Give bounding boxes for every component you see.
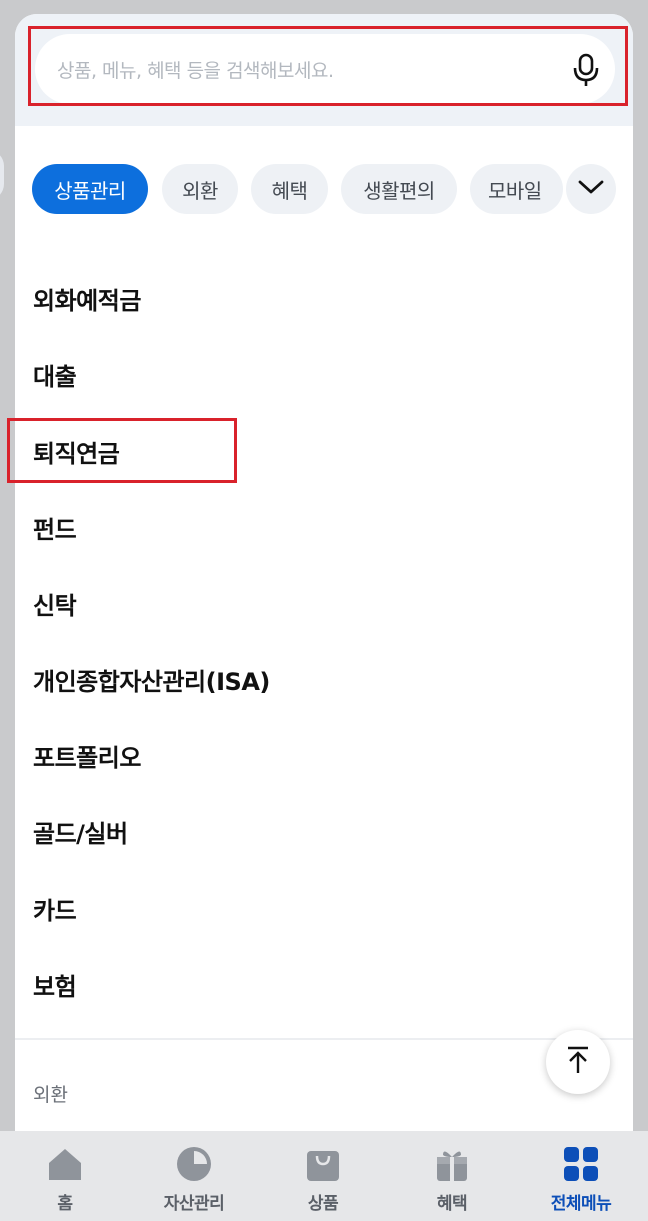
tab-full-menu[interactable]: 전체메뉴: [521, 1131, 641, 1221]
scroll-to-top-button[interactable]: [546, 1030, 610, 1094]
chip-foreign-exchange[interactable]: 외환: [162, 164, 238, 214]
menu-item-card[interactable]: 카드: [33, 891, 77, 926]
menu-item-foreign-deposit[interactable]: 외화예적금: [33, 281, 141, 316]
chip-mobile[interactable]: 모바일: [470, 164, 563, 214]
shopping-bag-icon: [304, 1145, 342, 1183]
previous-chip-edge: [0, 150, 4, 200]
chip-expand-button[interactable]: [566, 164, 616, 214]
menu-item-insurance[interactable]: 보험: [33, 967, 77, 1002]
home-icon: [46, 1145, 84, 1183]
menu-item-gold-silver[interactable]: 골드/실버: [33, 814, 128, 849]
menu-item-trust[interactable]: 신탁: [33, 586, 77, 621]
chip-product-management[interactable]: 상품관리: [32, 164, 148, 214]
tab-products[interactable]: 상품: [263, 1131, 383, 1221]
arrow-up-icon: [565, 1046, 591, 1078]
chip-benefits[interactable]: 혜택: [251, 164, 328, 214]
bottom-tab-bar: 홈 자산관리 상품 혜택 전체메뉴: [0, 1131, 648, 1221]
category-chip-row: 상품관리 외환 혜택 생활편의 모바일: [15, 164, 633, 216]
menu-item-fund[interactable]: 펀드: [33, 510, 77, 545]
chip-daily-convenience[interactable]: 생활편의: [341, 164, 457, 214]
grid-menu-icon: [562, 1145, 600, 1183]
menu-item-portfolio[interactable]: 포트폴리오: [33, 738, 141, 773]
section-divider: [15, 1038, 633, 1040]
search-highlight-box: [28, 26, 628, 106]
tab-home[interactable]: 홈: [5, 1131, 125, 1221]
menu-panel: 상품, 메뉴, 혜택 등을 검색해보세요. 상품관리 외환 혜택 생활편의 모바…: [15, 14, 633, 1221]
menu-item-isa[interactable]: 개인종합자산관리(ISA): [33, 662, 270, 697]
section-label-foreign-exchange: 외환: [33, 1084, 68, 1106]
chevron-down-icon: [578, 179, 604, 199]
tab-benefits[interactable]: 혜택: [392, 1131, 512, 1221]
menu-item-loan[interactable]: 대출: [33, 357, 77, 392]
tab-asset-management[interactable]: 자산관리: [134, 1131, 254, 1221]
pie-chart-icon: [175, 1145, 213, 1183]
retirement-pension-highlight-box: [7, 418, 237, 483]
gift-icon: [433, 1145, 471, 1183]
